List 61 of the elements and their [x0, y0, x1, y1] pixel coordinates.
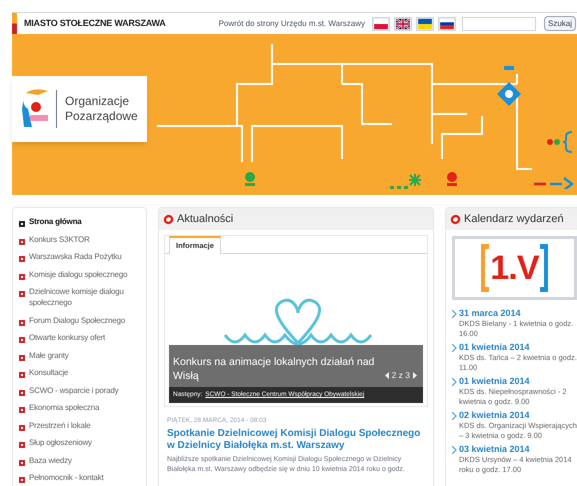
ring-icon	[163, 214, 174, 224]
site-name[interactable]: MIASTO STOŁECZNE WARSZAWA	[24, 16, 166, 30]
slide-counter: 2 z 3	[392, 369, 410, 382]
bullet-icon	[19, 291, 25, 297]
promo-banner[interactable]: 1.V	[452, 236, 577, 300]
bullet-icon	[19, 477, 25, 483]
sidebar-item[interactable]: Przestrzeń i lokale	[19, 420, 140, 430]
bracket-icon	[540, 244, 548, 292]
sidebar-item[interactable]: Dzielnicowe komisje dialogu społecznego	[19, 286, 140, 308]
back-link[interactable]: Powrót do strony Urzędu m.st. Warszawy	[218, 18, 365, 30]
bullet-icon	[19, 354, 25, 360]
panel-title: Kalendarz wydarzeń	[464, 212, 564, 227]
chevron-icon	[452, 378, 457, 386]
bullet-icon	[19, 320, 25, 326]
logo-text: Pozarządowe	[65, 109, 138, 124]
bullet-icon	[19, 274, 25, 280]
flag-icon[interactable]	[394, 16, 412, 30]
sidebar-item[interactable]: Komisje dialogu społecznego	[19, 268, 140, 280]
event-date[interactable]: 03 kwietnia 2014	[459, 444, 577, 455]
sidebar-item[interactable]: Pełnomocnik - kontakt	[19, 472, 140, 483]
bullet-icon	[19, 337, 25, 343]
chevron-icon	[452, 310, 457, 318]
sidebar-item[interactable]: Słup ogłoszeniowy	[19, 437, 140, 448]
bullet-icon	[19, 256, 25, 262]
sidebar-item[interactable]: Forum Dialogu Społecznego	[19, 314, 140, 326]
prev-arrow-icon[interactable]	[384, 372, 389, 380]
bullet-icon	[19, 442, 25, 448]
article-title[interactable]: Spotkanie Dzielnicowej Komisji Dialogu Społecznego w Dzielnicy Białołęka m.st. Warszawy	[167, 428, 425, 452]
bullet-icon	[19, 460, 25, 466]
event-date[interactable]: 01 kwietnia 2014	[459, 376, 577, 387]
sidebar-item[interactable]: Konkurs S3KTOR	[19, 234, 140, 244]
promo-text: 1.V	[490, 248, 539, 288]
sidebar-item[interactable]: Konsultacje	[19, 367, 140, 378]
sidebar-item[interactable]: Małe granty	[19, 350, 140, 360]
event-date[interactable]: 31 marca 2014	[459, 308, 577, 319]
slide-caption[interactable]: Konkurs na animacje lokalnych działań nad Wisłą	[173, 355, 378, 387]
sidebar-item[interactable]: Ekonomia społeczna	[19, 402, 140, 413]
panel-title: Aktualności	[177, 212, 234, 227]
bracket-icon	[481, 244, 490, 292]
chevron-icon	[452, 344, 457, 352]
sidebar-item[interactable]: SCWO - wsparcie i porady	[19, 384, 140, 396]
sidebar-item[interactable]: Otwarte konkursy ofert	[19, 332, 140, 343]
ring-icon	[450, 214, 461, 224]
bullet-icon	[19, 407, 25, 413]
sidebar-item[interactable]: Warszawska Rada Pożytku	[19, 251, 140, 262]
bullet-icon	[19, 238, 25, 244]
search-field[interactable]	[462, 16, 536, 30]
event-date[interactable]: 02 kwietnia 2014	[459, 410, 577, 421]
search-button[interactable]: Szukaj	[544, 16, 576, 31]
chevron-icon	[452, 446, 457, 454]
event-date[interactable]: 01 kwietnia 2014	[459, 342, 577, 353]
logo-text: Organizacje	[65, 94, 130, 109]
accent-stripe	[12, 13, 17, 34]
bullet-icon	[19, 372, 25, 378]
bullet-icon	[19, 424, 25, 430]
sidebar-item[interactable]: Baza wiedzy	[19, 454, 140, 466]
chevron-icon	[452, 412, 457, 420]
sidebar-item[interactable]: Strona główna	[19, 216, 140, 227]
bullet-icon	[19, 221, 25, 227]
next-arrow-icon[interactable]	[413, 372, 417, 380]
bullet-icon	[19, 390, 25, 396]
